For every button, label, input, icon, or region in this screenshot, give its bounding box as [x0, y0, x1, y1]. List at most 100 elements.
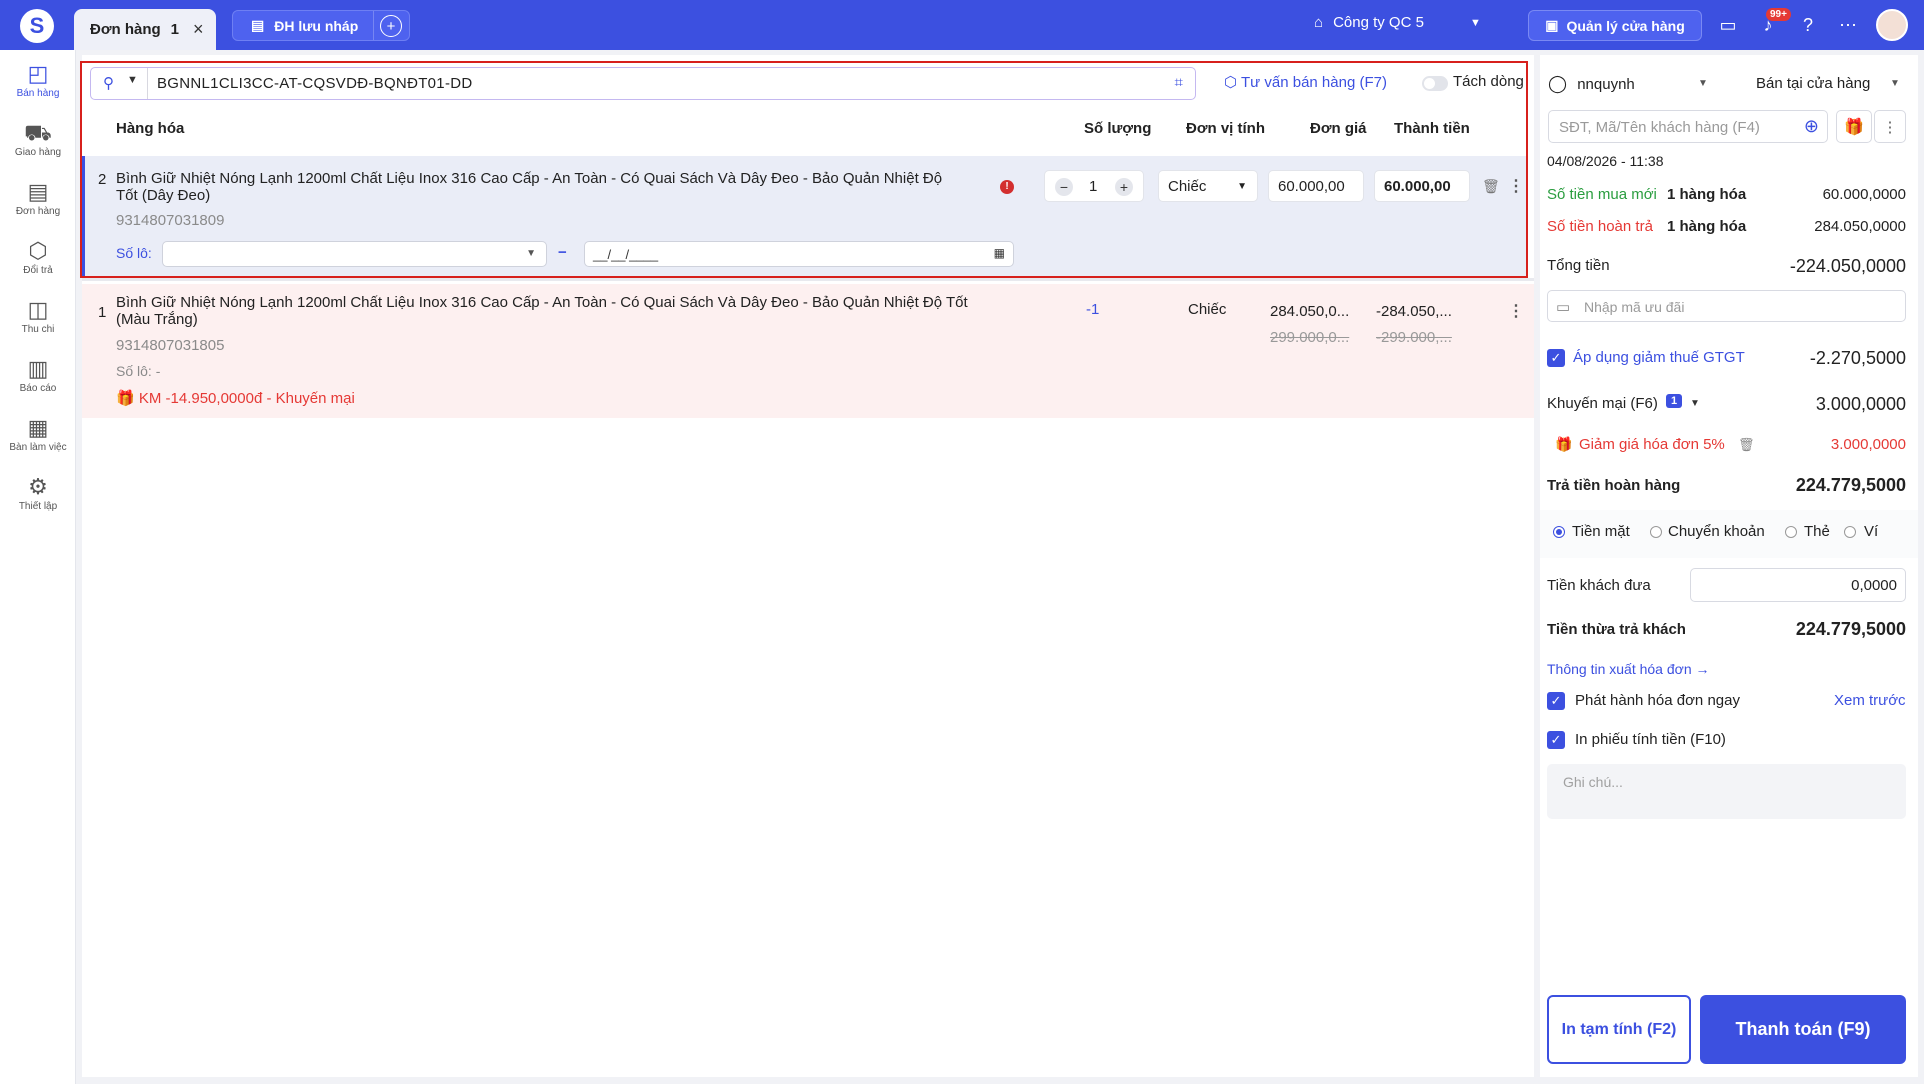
sidebar-item-label: Thiết lập — [18, 501, 58, 512]
company-selector[interactable]: ⌂ Công ty QC 5 ▼ — [1314, 14, 1481, 31]
return-price: 284.050,0... — [1270, 303, 1350, 320]
sidebar-item-sales[interactable]: ◰ Bán hàng — [0, 60, 76, 116]
return-total-old: -299.000,... — [1376, 329, 1452, 346]
refund-pay-value: 224.779,5000 — [1795, 475, 1906, 495]
add-customer-icon[interactable]: ⊕ — [1804, 116, 1819, 137]
refund-pay-label: Trả tiền hoàn hàng — [1547, 477, 1681, 494]
promo-label[interactable]: Khuyến mại (F6) — [1547, 395, 1658, 412]
pay-method-card[interactable]: Thẻ — [1804, 523, 1830, 540]
return-price-old: 299.000,0... — [1270, 329, 1350, 346]
sidebar-item-label: Báo cáo — [19, 383, 57, 394]
total-label: Tổng tiền — [1547, 257, 1610, 274]
refund-label: Số tiền hoàn trả — [1547, 218, 1653, 235]
sidebar-item-reports[interactable]: ▥ Báo cáo — [0, 355, 76, 411]
grid-icon: ▦ — [27, 415, 49, 440]
print-temp-button[interactable]: In tạm tính (F2) — [1547, 995, 1691, 1064]
document-icon: ▤ — [251, 17, 265, 33]
help-icon[interactable]: ? — [1796, 13, 1820, 37]
sidebar-item-workspace[interactable]: ▦ Bàn làm việc — [0, 414, 76, 470]
issue-invoice-label: Phát hành hóa đơn ngay — [1575, 692, 1740, 709]
chevron-down-icon[interactable]: ▼ — [1698, 78, 1708, 89]
radio-transfer[interactable] — [1650, 526, 1662, 538]
voucher-placeholder: Nhập mã ưu đãi — [1584, 299, 1685, 315]
total-value: -224.050,0000 — [1789, 256, 1906, 276]
highlight-box — [80, 61, 1528, 278]
chevron-down-icon[interactable]: ▼ — [1890, 78, 1900, 89]
preview-link[interactable]: Xem trước — [1834, 692, 1906, 709]
store-icon: ⌂ — [1314, 14, 1324, 31]
print-receipt-checkbox[interactable]: ✓ — [1547, 731, 1565, 749]
new-purchase-label: Số tiền mua mới — [1547, 186, 1657, 203]
tab-draft-label: ĐH lưu nháp — [274, 17, 359, 34]
sidebar-item-delivery[interactable]: ⛟ Giao hàng — [0, 119, 76, 175]
more-vertical-icon[interactable]: ⋮ — [1508, 301, 1524, 321]
change-value: 224.779,5000 — [1795, 619, 1906, 639]
checkout-button[interactable]: Thanh toán (F9) — [1700, 995, 1906, 1064]
sidebar-item-cashflow[interactable]: ◫ Thu chi — [0, 296, 76, 352]
pay-method-cash[interactable]: Tiền mặt — [1572, 523, 1630, 540]
product-name: Bình Giữ Nhiệt Nóng Lạnh 1200ml Chất Liệ… — [116, 294, 968, 311]
user-selector[interactable]: ◯ nnquynh — [1548, 74, 1635, 94]
company-name: Công ty QC 5 — [1333, 14, 1424, 31]
more-icon[interactable]: ⋯ — [1836, 13, 1860, 37]
promo-line: 🎁 KM -14.950,0000đ - Khuyến mại — [116, 389, 355, 407]
change-label: Tiền thừa trả khách — [1547, 621, 1686, 638]
user-name: nnquynh — [1577, 76, 1635, 93]
gear-icon: ⚙ — [28, 474, 48, 499]
add-tab-icon[interactable]: + — [380, 15, 402, 37]
sidebar-item-orders[interactable]: ▤ Đơn hàng — [0, 178, 76, 234]
close-icon[interactable]: × — [193, 19, 204, 40]
trash-icon[interactable]: 🗑 — [1738, 437, 1755, 453]
sale-mode[interactable]: Bán tại cửa hàng — [1756, 75, 1870, 92]
issue-invoice-checkbox[interactable]: ✓ — [1547, 692, 1565, 710]
avatar[interactable] — [1876, 9, 1908, 41]
radio-card[interactable] — [1785, 526, 1797, 538]
sidebar-item-settings[interactable]: ⚙ Thiết lập — [0, 473, 76, 529]
checkout-panel — [1540, 55, 1918, 1077]
gift-icon: 🎁 — [116, 390, 135, 407]
gift-icon: 🎁 — [1555, 436, 1573, 452]
store-management-button[interactable]: ▣ Quản lý cửa hàng — [1528, 10, 1702, 41]
print-receipt-label: In phiếu tính tiền (F10) — [1575, 731, 1726, 748]
app-logo[interactable]: S — [20, 9, 54, 43]
bar-chart-icon: ▥ — [27, 356, 49, 381]
notification-badge: 99+ — [1766, 8, 1791, 21]
sidebar-item-returns[interactable]: ⬡ Đổi trả — [0, 237, 76, 293]
sidebar-item-label: Bán hàng — [16, 88, 60, 99]
pay-method-wallet[interactable]: Ví — [1864, 523, 1878, 540]
vat-checkbox[interactable]: ✓ — [1547, 349, 1565, 367]
clipboard-icon: ▣ — [1545, 17, 1559, 33]
promo-text: KM -14.950,0000đ - Khuyến mại — [138, 390, 355, 407]
ticket-icon: ▭ — [1556, 299, 1571, 316]
refund-items: 1 hàng hóa — [1667, 218, 1747, 235]
new-purchase-value: 60.000,0000 — [1822, 186, 1906, 203]
vat-label: Áp dụng giảm thuế GTGT — [1573, 349, 1745, 366]
pay-method-transfer[interactable]: Chuyển khoản — [1668, 523, 1765, 540]
radio-wallet[interactable] — [1844, 526, 1856, 538]
monitor-icon[interactable]: ▭ — [1716, 13, 1740, 37]
cash-given-label: Tiền khách đưa — [1547, 577, 1651, 594]
cash-icon: ◫ — [27, 297, 49, 322]
note-textarea[interactable]: Ghi chú... — [1547, 764, 1906, 819]
shopping-bag-icon: ◰ — [27, 61, 49, 86]
tab-draft-orders[interactable]: ▤ ĐH lưu nháp + — [232, 10, 410, 41]
cash-given-input[interactable]: 0,0000 — [1690, 568, 1906, 602]
more-vertical-icon[interactable]: ⋮ — [1874, 110, 1906, 143]
invoice-info-link[interactable]: Thông tin xuất hóa đơn → — [1547, 661, 1710, 677]
new-purchase-items: 1 hàng hóa — [1667, 186, 1747, 203]
sidebar: ◰ Bán hàng ⛟ Giao hàng ▤ Đơn hàng ⬡ Đổi … — [0, 50, 76, 1084]
promo-count-badge: 1 — [1666, 394, 1683, 408]
tab-order[interactable]: Đơn hàng 1 × — [74, 9, 216, 50]
customer-search[interactable]: SĐT, Mã/Tên khách hàng (F4) ⊕ — [1548, 110, 1828, 143]
gift-icon[interactable]: 🎁 — [1836, 110, 1872, 143]
radio-cash[interactable] — [1553, 526, 1565, 538]
discount-label: Giảm giá hóa đơn 5% — [1579, 436, 1725, 453]
row-divider — [82, 278, 1534, 281]
chevron-down-icon[interactable]: ▼ — [1690, 398, 1700, 409]
row-index: 1 — [98, 304, 107, 321]
tab-order-count: 1 — [170, 21, 180, 38]
voucher-input[interactable]: ▭ Nhập mã ưu đãi — [1547, 290, 1906, 322]
lot-info: Số lô: - — [116, 363, 161, 379]
promo-value: 3.000,0000 — [1815, 394, 1906, 414]
sidebar-item-label: Giao hàng — [14, 147, 62, 158]
